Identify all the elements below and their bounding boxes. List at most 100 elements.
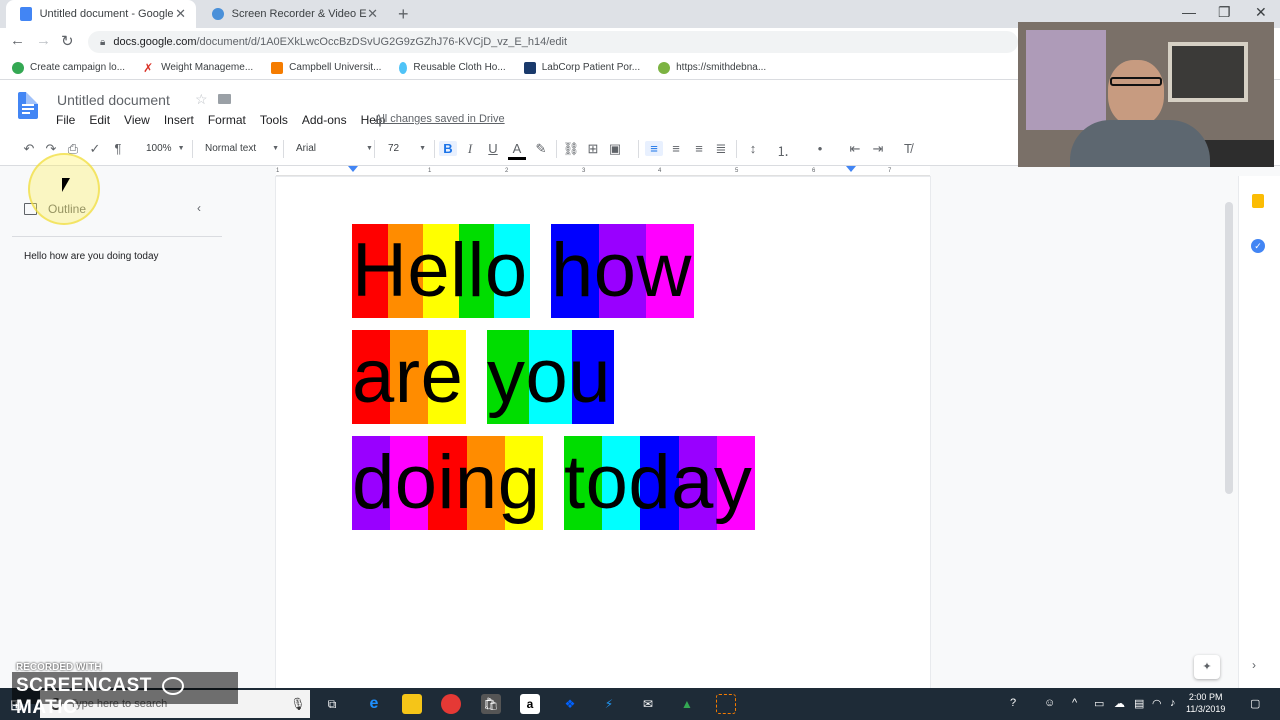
show-hidden-icons-icon[interactable]: ^ xyxy=(1072,697,1077,709)
keep-icon[interactable] xyxy=(1252,194,1264,208)
mcafee-icon[interactable]: ⚡︎ xyxy=(599,694,619,714)
back-icon[interactable]: ← xyxy=(10,32,25,49)
horizontal-ruler[interactable]: 1 1 2 3 4 5 6 7 xyxy=(276,166,930,176)
taskbar-clock[interactable]: 2:00 PM 11/3/2019 xyxy=(1186,691,1225,715)
left-indent-marker-icon[interactable] xyxy=(348,166,358,172)
dropbox-icon[interactable]: ❖ xyxy=(560,694,580,714)
save-status[interactable]: All changes saved in Drive xyxy=(375,113,505,125)
paint-format-icon[interactable]: ¶ xyxy=(109,141,127,156)
folder-icon[interactable] xyxy=(218,94,231,104)
undo-icon[interactable]: ↶ xyxy=(20,141,38,157)
highlight-icon[interactable]: ✎ xyxy=(532,141,550,157)
expand-side-panel-icon[interactable]: › xyxy=(1252,658,1256,672)
rainbow-word[interactable]: Hello xyxy=(352,224,530,318)
outline-divider xyxy=(12,236,222,237)
bulleted-list-icon[interactable]: • xyxy=(811,141,829,156)
image-icon[interactable]: ▣ xyxy=(606,141,624,157)
heading-line[interactable]: are you xyxy=(352,330,635,424)
rainbow-word[interactable]: you xyxy=(487,330,614,424)
tab-google-docs[interactable]: Untitled document - Google Docs ✕ xyxy=(6,0,196,28)
notifications-icon[interactable]: ▢ xyxy=(1250,697,1260,710)
align-center-icon[interactable]: ≡ xyxy=(667,141,685,156)
file-explorer-icon[interactable] xyxy=(402,694,422,714)
menu-tools[interactable]: Tools xyxy=(260,113,288,127)
bookmark-item[interactable]: LabCorp Patient Por... xyxy=(523,61,640,74)
numbered-list-icon[interactable]: ⒈ xyxy=(774,141,792,160)
rainbow-word[interactable]: are xyxy=(352,330,466,424)
menu-format[interactable]: Format xyxy=(208,113,246,127)
spellcheck-icon[interactable]: ✓ xyxy=(86,141,104,157)
close-tab-icon[interactable]: ✕ xyxy=(175,6,186,22)
drive-icon[interactable]: ▲ xyxy=(677,694,697,714)
zoom-select[interactable]: 100% ▼ xyxy=(146,143,185,154)
amazon-icon[interactable]: a xyxy=(520,694,540,714)
wifi-icon[interactable]: ◠ xyxy=(1152,697,1162,710)
docs-logo-icon[interactable] xyxy=(18,92,38,119)
link-icon[interactable]: ⛓ xyxy=(562,141,580,157)
menu-view[interactable]: View xyxy=(124,113,150,127)
menu-add-ons[interactable]: Add-ons xyxy=(302,113,347,127)
rainbow-word[interactable]: doing xyxy=(352,436,543,530)
edge-icon[interactable]: e xyxy=(364,694,384,714)
comment-icon[interactable]: ⊞ xyxy=(584,141,602,157)
bookmark-item[interactable]: https://smithdebna... xyxy=(658,61,766,74)
align-left-icon[interactable]: ≡ xyxy=(645,141,663,156)
people-icon[interactable]: ☺ xyxy=(1044,697,1055,709)
star-icon[interactable]: ☆ xyxy=(195,91,208,108)
line-spacing-icon[interactable]: ↕ xyxy=(744,141,762,156)
underline-icon[interactable]: U xyxy=(484,141,502,156)
address-bar[interactable]: 🔒︎ docs.google.com /document/d/1A0EXkLwc… xyxy=(88,31,1018,53)
reload-icon[interactable]: ↻ xyxy=(61,32,74,50)
bold-icon[interactable]: B xyxy=(439,141,457,156)
decrease-indent-icon[interactable]: ⇤ xyxy=(846,141,864,157)
clear-formatting-icon[interactable]: T̸ xyxy=(899,141,917,156)
style-select[interactable]: Normal text ▼ xyxy=(205,143,279,154)
bookmark-item[interactable]: Reusable Cloth Ho... xyxy=(399,61,506,74)
rainbow-word[interactable]: today xyxy=(564,436,755,530)
italic-icon[interactable]: I xyxy=(461,141,479,157)
bookmark-item[interactable]: Campbell Universit... xyxy=(271,61,381,74)
increase-indent-icon[interactable]: ⇥ xyxy=(869,141,887,157)
menu-file[interactable]: File xyxy=(56,113,75,127)
minimize-icon[interactable]: — xyxy=(1182,4,1196,20)
justify-icon[interactable]: ≣ xyxy=(712,141,730,157)
tasks-icon[interactable]: ✓ xyxy=(1251,239,1265,253)
document-scrollbar[interactable] xyxy=(1225,202,1233,494)
text-color-icon[interactable]: A xyxy=(508,141,526,160)
bookmark-item[interactable]: Create campaign lo... xyxy=(12,61,126,74)
cloud-icon[interactable]: ☁ xyxy=(1114,697,1125,710)
bookmark-label: Create campaign lo... xyxy=(30,62,126,73)
bookmark-item[interactable]: ✗ Weight Manageme... xyxy=(143,62,253,74)
screencast-tray-icon[interactable] xyxy=(716,694,736,714)
help-icon[interactable]: ? xyxy=(1010,697,1016,709)
microphone-icon[interactable]: 🎙︎ xyxy=(288,694,308,714)
heading-line[interactable]: doing today xyxy=(352,436,776,530)
forward-icon[interactable]: → xyxy=(36,32,51,49)
outline-heading-item[interactable]: Hello how are you doing today xyxy=(24,251,159,262)
volume-icon[interactable]: ♪ xyxy=(1170,697,1176,709)
close-tab-icon[interactable]: ✕ xyxy=(367,6,378,22)
watermark-logo-icon xyxy=(161,676,184,695)
rainbow-word[interactable]: how xyxy=(551,224,694,318)
right-indent-marker-icon[interactable] xyxy=(846,166,856,172)
tab-screen-recorder[interactable]: Screen Recorder & Video Editor ✕ xyxy=(198,0,388,28)
align-right-icon[interactable]: ≡ xyxy=(690,141,708,156)
window-close-icon[interactable]: ✕ xyxy=(1255,4,1267,21)
store-icon[interactable]: 🛍︎ xyxy=(481,694,501,714)
document-title[interactable]: Untitled document xyxy=(57,92,170,108)
explore-button[interactable]: ✦ xyxy=(1194,655,1220,679)
new-tab-button[interactable]: + xyxy=(398,4,409,25)
battery-icon[interactable]: ▭ xyxy=(1094,697,1104,710)
menu-edit[interactable]: Edit xyxy=(89,113,110,127)
mail-icon[interactable]: ✉︎ xyxy=(638,694,658,714)
font-select[interactable]: Arial ▼ xyxy=(296,143,373,154)
task-view-icon[interactable]: ⧉ xyxy=(322,694,342,714)
heading-line[interactable]: Hello how xyxy=(352,224,715,318)
network-icon[interactable]: ▤ xyxy=(1134,697,1144,710)
collapse-outline-icon[interactable]: ‹ xyxy=(197,201,201,215)
font-size-select[interactable]: 72 ▼ xyxy=(388,143,426,154)
chrome-icon[interactable] xyxy=(441,694,461,714)
document-page[interactable]: Hello how are you doing today xyxy=(276,177,930,697)
maximize-icon[interactable]: ❐ xyxy=(1218,4,1231,21)
menu-insert[interactable]: Insert xyxy=(164,113,194,127)
